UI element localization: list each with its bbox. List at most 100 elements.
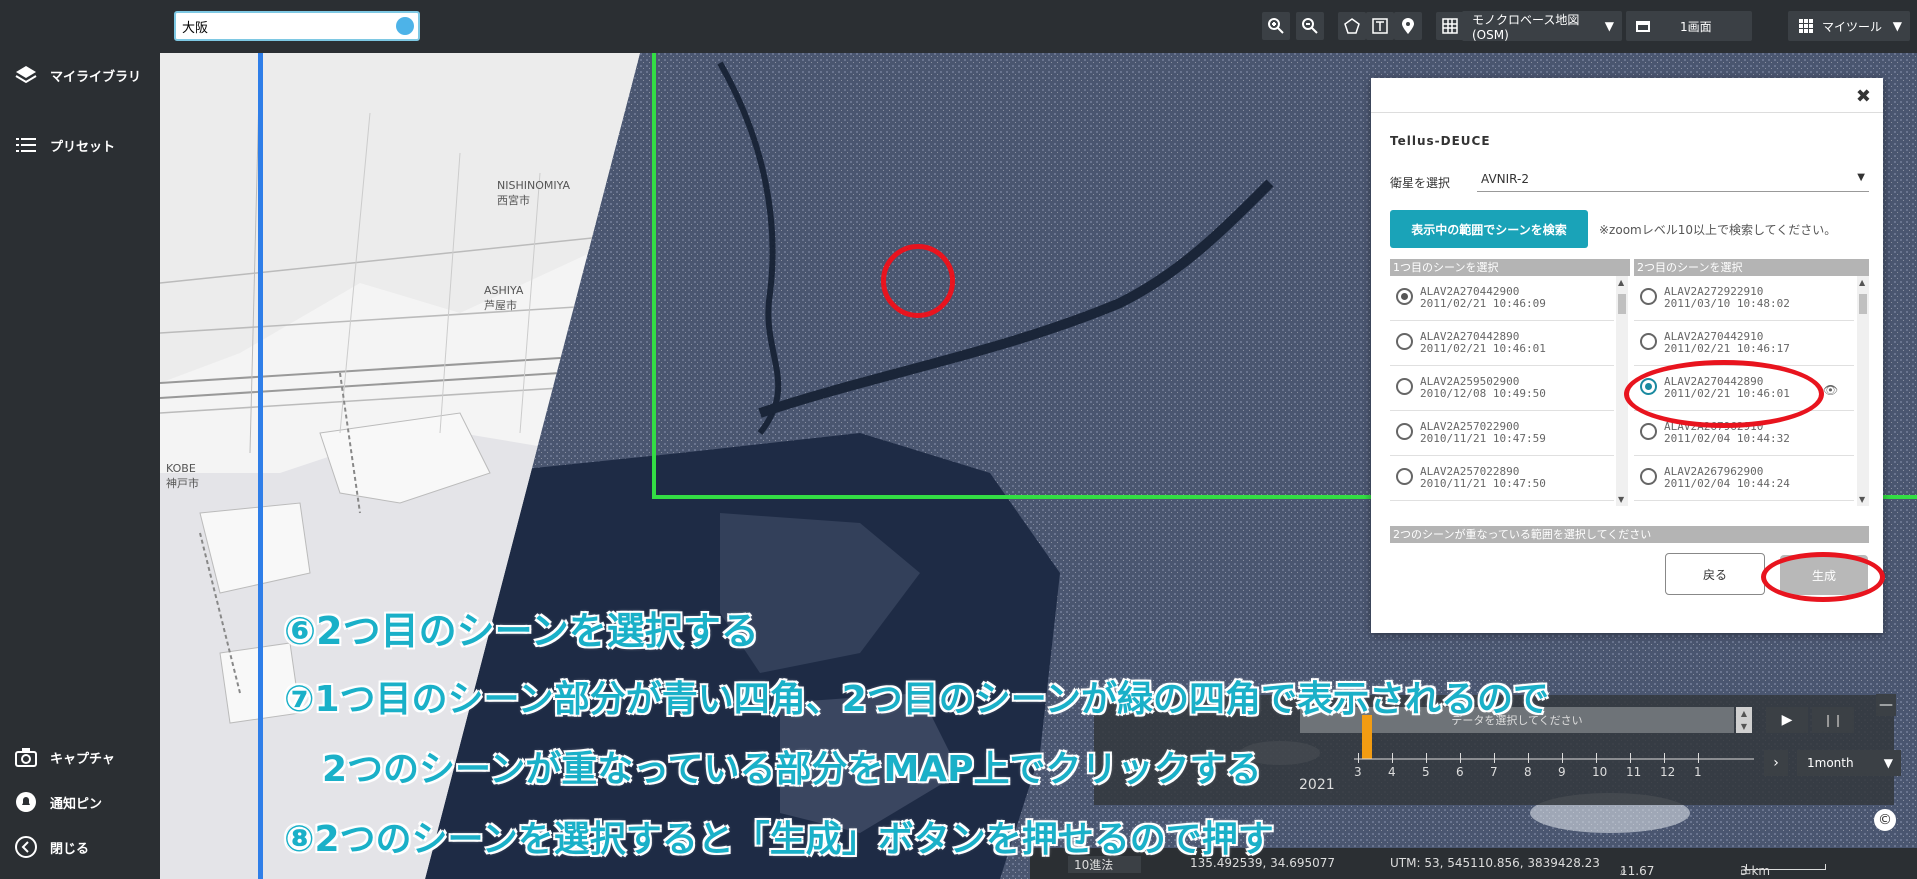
- search-scenes-button[interactable]: 表示中の範囲でシーンを検索: [1390, 210, 1588, 248]
- close-icon[interactable]: ✖: [1856, 86, 1871, 107]
- scroll-down-icon[interactable]: ▼: [1859, 495, 1865, 504]
- scene-date: 2011/02/21 10:46:17: [1664, 342, 1790, 355]
- timeline-month-tick: 1: [1694, 765, 1702, 779]
- screen-split-label: 1画面: [1680, 19, 1712, 34]
- zoom-note: ※zoomレベル10以上で検索してください。: [1599, 223, 1837, 237]
- draw-text-button[interactable]: [1366, 12, 1394, 40]
- timeline-month-tick: 5: [1422, 765, 1430, 779]
- scene-radio[interactable]: [1396, 333, 1413, 350]
- chevron-right-icon: ›: [1773, 755, 1779, 771]
- col1-header: 1つ目のシーンを選択: [1390, 259, 1630, 276]
- timeline-month-tick: 12: [1660, 765, 1676, 779]
- timeline-minimize-button[interactable]: —: [1876, 694, 1896, 716]
- scene-item[interactable]: ALAV2A257022890 2010/11/21 10:47:50: [1390, 456, 1614, 501]
- sidebar-item-library[interactable]: マイライブラリ: [14, 63, 141, 87]
- zoom-in-button[interactable]: [1262, 12, 1290, 40]
- scene-radio[interactable]: [1396, 288, 1413, 305]
- scene-date: 2011/02/04 10:44:24: [1664, 477, 1790, 490]
- sidebar-item-capture[interactable]: キャプチャ: [14, 745, 115, 769]
- back-button[interactable]: 戻る: [1665, 553, 1765, 595]
- scene-item[interactable]: ALAV2A272922910 2011/03/10 10:48:02: [1634, 276, 1854, 321]
- attribution-icon[interactable]: ©: [1874, 809, 1896, 831]
- scene-radio[interactable]: [1640, 468, 1657, 485]
- timeline-tick-line: [1460, 753, 1461, 763]
- bell-pin-icon: [16, 792, 36, 812]
- map-pin-icon: [1402, 18, 1414, 34]
- grid-button[interactable]: [1436, 12, 1464, 40]
- scroll-thumb[interactable]: [1859, 294, 1867, 314]
- mytools-select[interactable]: マイツール ▼: [1788, 11, 1910, 41]
- chevron-down-icon: ▼: [1892, 19, 1902, 33]
- timeline-tick-line: [1528, 753, 1529, 763]
- map-label-kobe: KOBE 神戸市: [166, 462, 199, 490]
- timeline-month-tick: 11: [1626, 765, 1642, 779]
- instruction-step8: ⑧2つのシーンを選択すると「生成」ボタンを押せるので押す: [284, 819, 1275, 861]
- timeline-tick-line: [1630, 753, 1631, 763]
- sidebar-item-label: プリセット: [50, 139, 116, 155]
- timeline-tick-line: [1358, 753, 1359, 763]
- scroll-up-icon[interactable]: ▲: [1859, 278, 1865, 287]
- satellite-select[interactable]: AVNIR-2 ▼: [1477, 168, 1869, 192]
- tellus-deuce-dialog: ✖ Tellus-DEUCE 衛星を選択 AVNIR-2 ▼ 表示中の範囲でシー…: [1371, 78, 1885, 633]
- screen-split-select[interactable]: 1画面: [1626, 11, 1752, 41]
- timeline-interval-select[interactable]: 1month ▼: [1797, 750, 1901, 776]
- instruction-step7b: 2つのシーンが重なっている部分をMAP上でクリックする: [322, 749, 1263, 791]
- timeline-tick-line: [1664, 753, 1665, 763]
- timeline-spinner[interactable]: ▲ ▼: [1736, 707, 1752, 733]
- timeline-tick-line: [1426, 753, 1427, 763]
- basemap-select[interactable]: モノクロベース地図(OSM) ▼: [1462, 11, 1622, 42]
- sidebar-item-label: 閉じる: [50, 841, 90, 857]
- scale-bar: [1746, 864, 1826, 870]
- scene-radio[interactable]: [1396, 468, 1413, 485]
- scene-radio[interactable]: [1640, 288, 1657, 305]
- instruction-step6: ⑥2つ目のシーンを選択する: [284, 609, 760, 654]
- timeline-tick-line: [1392, 753, 1393, 763]
- top-toolbar: モノクロベース地図(OSM) ▼ 1画面 マイツール ▼: [160, 0, 1917, 53]
- scene-date: 2011/02/21 10:46:09: [1420, 297, 1546, 310]
- overlap-hint: 2つのシーンが重なっている範囲を選択してください: [1390, 526, 1869, 543]
- apps-grid-icon: [1799, 19, 1813, 33]
- search-icon[interactable]: [396, 17, 414, 35]
- camera-icon: [15, 748, 37, 767]
- sidebar-item-close[interactable]: 閉じる: [14, 835, 89, 859]
- interval-label: 1month: [1807, 756, 1854, 770]
- scroll-up-icon[interactable]: ▲: [1618, 278, 1624, 287]
- zoom-out-button[interactable]: [1296, 12, 1324, 40]
- scene-radio[interactable]: [1396, 423, 1413, 440]
- chevron-down-icon: ▼: [1883, 756, 1893, 770]
- eye-icon[interactable]: 👁: [1823, 383, 1838, 397]
- sidebar-item-label: マイライブラリ: [50, 69, 142, 85]
- scroll-down-icon[interactable]: ▼: [1618, 495, 1624, 504]
- scene-item[interactable]: ALAV2A270442900 2011/02/21 10:46:09: [1390, 276, 1614, 321]
- map-label-ashiya: ASHIYA 芦屋市: [484, 284, 524, 312]
- timeline-next-button[interactable]: ›: [1764, 750, 1788, 776]
- annotation-circle-generate: [1761, 552, 1885, 602]
- pause-button[interactable]: ❙❙: [1812, 707, 1854, 733]
- col2-header: 2つ目のシーンを選択: [1634, 259, 1869, 276]
- chevron-left-circle-icon: [15, 836, 37, 858]
- timeline-tick-line: [1596, 753, 1597, 763]
- utm-readout: UTM: 53, 545110.856, 3839428.23: [1390, 856, 1600, 870]
- place-pin-button[interactable]: [1394, 12, 1422, 40]
- scene-radio[interactable]: [1640, 423, 1657, 440]
- scroll-thumb[interactable]: [1618, 294, 1626, 314]
- scene-radio[interactable]: [1396, 378, 1413, 395]
- layers-icon: [15, 66, 37, 84]
- draw-polygon-button[interactable]: [1338, 12, 1366, 40]
- sidebar-item-notify-pin[interactable]: 通知ピン: [14, 790, 102, 814]
- search-input[interactable]: [182, 16, 382, 36]
- play-button[interactable]: ▶: [1766, 707, 1808, 733]
- timeline-tick-line: [1562, 753, 1563, 763]
- satellite-value: AVNIR-2: [1481, 172, 1529, 186]
- scene-item[interactable]: ALAV2A259502900 2010/12/08 10:49:50: [1390, 366, 1614, 411]
- scene-item[interactable]: ALAV2A267962900 2011/02/04 10:44:24: [1634, 456, 1854, 501]
- scene-item[interactable]: ALAV2A270442910 2011/02/21 10:46:17: [1634, 321, 1854, 366]
- chevron-down-icon: ▼: [1604, 19, 1614, 33]
- scene-item[interactable]: ALAV2A257022900 2010/11/21 10:47:59: [1390, 411, 1614, 456]
- scene-item[interactable]: ALAV2A270442890 2011/02/21 10:46:01: [1390, 321, 1614, 366]
- sidebar-item-preset[interactable]: プリセット: [14, 133, 115, 157]
- scene-radio[interactable]: [1640, 333, 1657, 350]
- map-label-nishinomiya: NISHINOMIYA 西宮市: [497, 179, 570, 207]
- scene-list-2-scrollbar[interactable]: ▲ ▼: [1857, 276, 1869, 506]
- zoom-out-icon: [1302, 18, 1318, 34]
